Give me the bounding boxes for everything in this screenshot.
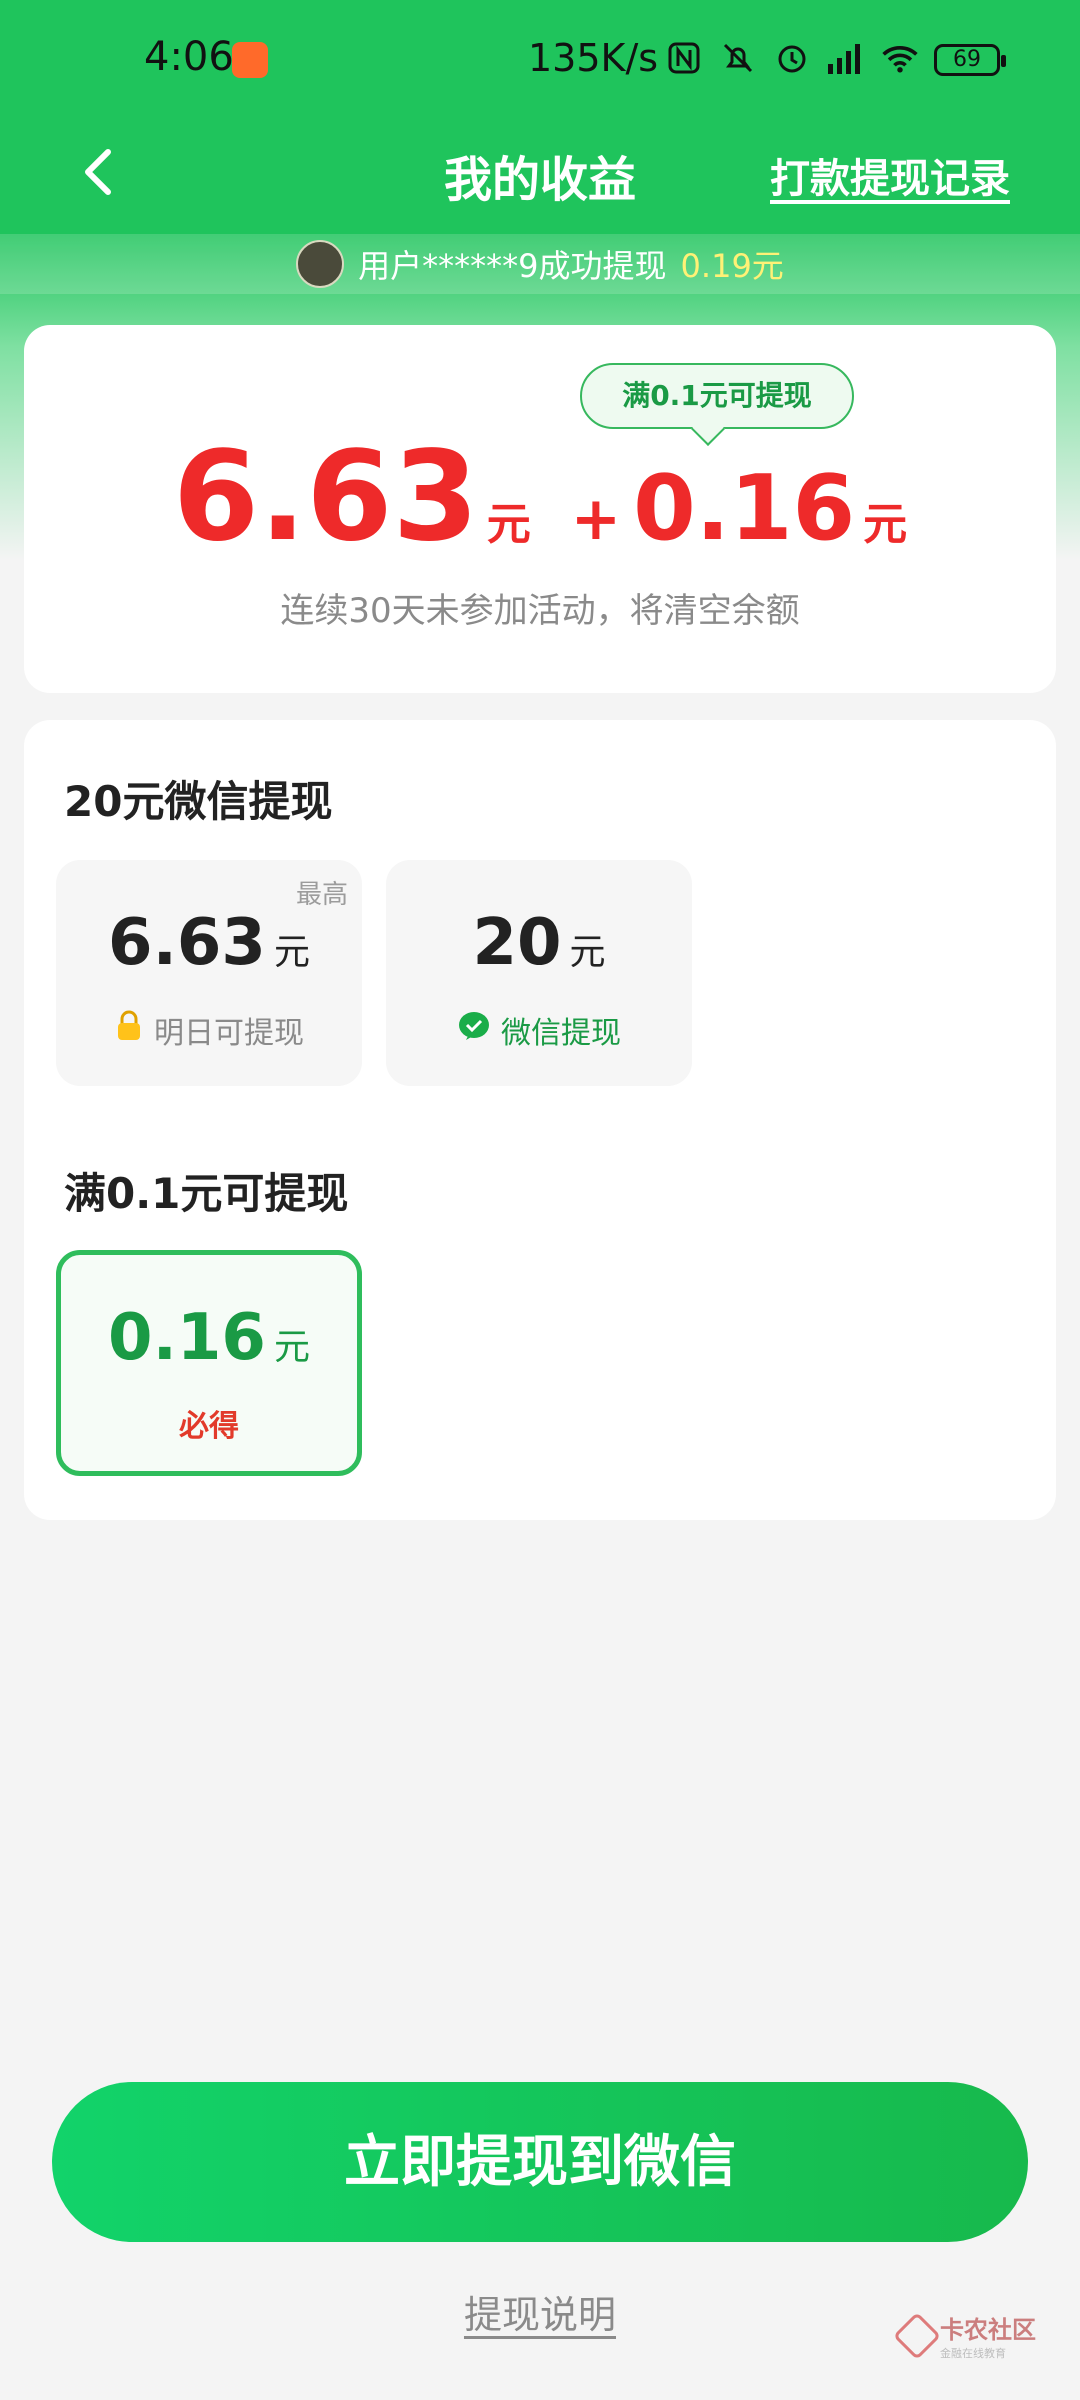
watermark: 卡农社区 金融在线教育: [892, 2310, 1036, 2361]
main-balance-unit: 元: [486, 499, 531, 550]
app-notification-icon: [232, 42, 268, 78]
withdraw-options-card: 20元微信提现 最高 6.63 元 明日可提现 20 元 微信提现 满0.1元可提现…: [24, 720, 1056, 1520]
plus-sign: +: [570, 484, 622, 554]
status-time: 4:06: [144, 34, 234, 80]
lock-icon: [114, 1010, 144, 1050]
bell-off-icon: [718, 38, 758, 78]
option-unit: 元: [273, 1327, 310, 1368]
wechat-section-title: 20元微信提现: [64, 777, 333, 826]
avatar: [296, 240, 345, 288]
wechat-icon: [457, 1010, 491, 1050]
ticker-message: 用户******9成功提现: [358, 247, 667, 285]
status-bar: 4:06 135K/s 69: [0, 0, 1080, 120]
alarm-icon: [772, 38, 812, 78]
watermark-title: 卡农社区: [940, 2316, 1036, 2344]
option-amount: 20: [472, 906, 562, 980]
watermark-subtitle: 金融在线教育: [940, 2347, 1006, 2360]
min-withdraw-tooltip: 满0.1元可提现: [580, 363, 854, 429]
network-speed: 135K/s: [528, 36, 659, 80]
bonus-balance: 0.16: [633, 456, 856, 561]
main-balance: 6.63: [172, 425, 479, 569]
signal-icon: [826, 38, 866, 78]
watermark-logo-icon: [892, 2311, 942, 2360]
balance-amounts: 6.63 元 +0.16 元: [24, 425, 1056, 569]
nav-bar: 我的收益 打款提现记录: [0, 120, 1080, 230]
option-unit: 元: [569, 932, 606, 973]
ticker-amount: 0.19元: [680, 247, 784, 285]
balance-card: 满0.1元可提现 6.63 元 +0.16 元 连续30天未参加活动，将清空余额: [24, 325, 1056, 693]
status-icons: [664, 38, 920, 78]
bonus-balance-unit: 元: [863, 499, 908, 550]
guaranteed-badge: 必得: [179, 1409, 239, 1444]
option-amount: 0.16: [108, 1301, 266, 1375]
option-subtitle: 明日可提现: [154, 1016, 304, 1051]
option-amount: 6.63: [108, 906, 266, 980]
nfc-icon: [664, 38, 704, 78]
withdraw-ticker: 用户******9成功提现 0.19元: [0, 234, 1080, 294]
withdraw-to-wechat-button[interactable]: 立即提现到微信: [52, 2082, 1028, 2242]
battery-indicator: 69: [934, 44, 1006, 76]
option-subtitle: 微信提现: [501, 1016, 621, 1051]
min-section-title: 满0.1元可提现: [64, 1169, 349, 1218]
option-unit: 元: [273, 932, 310, 973]
withdraw-option-0-16[interactable]: 0.16 元 必得: [56, 1250, 362, 1476]
balance-expiry-note: 连续30天未参加活动，将清空余额: [280, 591, 800, 631]
withdraw-option-20[interactable]: 20 元 微信提现: [386, 860, 692, 1086]
withdraw-records-link[interactable]: 打款提现记录: [770, 146, 1010, 204]
withdraw-option-6-63[interactable]: 最高 6.63 元 明日可提现: [56, 860, 362, 1086]
wifi-icon: [880, 38, 920, 78]
